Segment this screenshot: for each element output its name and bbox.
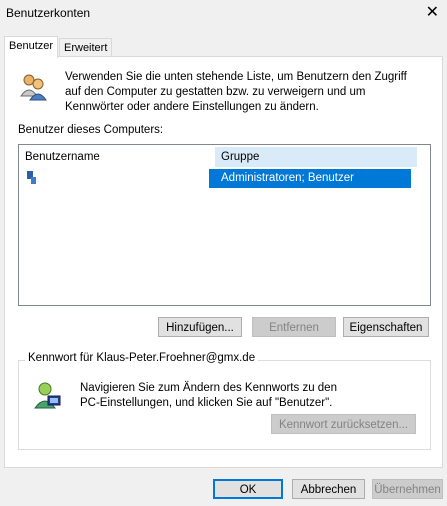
- password-group-label: Kennwort für Klaus-Peter.Froehner@gmx.de: [25, 352, 259, 364]
- intro-line-2: auf den Computer zu gestatten bzw. zu ve…: [65, 86, 366, 98]
- password-info-line-2: PC-Einstellungen, und klicken Sie auf "B…: [80, 397, 333, 409]
- apply-button[interactable]: Übernehmen: [372, 479, 443, 499]
- reset-password-button[interactable]: Kennwort zurücksetzen...: [271, 414, 416, 434]
- user-list[interactable]: Benutzername Gruppe Administratoren; Ben…: [18, 144, 431, 306]
- cancel-button[interactable]: Abbrechen: [292, 479, 365, 499]
- intro-line-1: Verwenden Sie die unten stehende Liste, …: [65, 71, 407, 83]
- users-section-label: Benutzer dieses Computers:: [18, 124, 164, 136]
- column-header-group[interactable]: Gruppe: [215, 147, 417, 167]
- window-title: Benutzerkonten: [6, 6, 91, 20]
- tab-benutzer[interactable]: Benutzer: [4, 36, 59, 58]
- tab-erweitert[interactable]: Erweitert: [59, 38, 113, 57]
- user-row-group[interactable]: Administratoren; Benutzer: [209, 169, 411, 188]
- close-icon[interactable]: ✕: [426, 2, 439, 22]
- users-icon: [18, 72, 48, 102]
- intro-line-3: Kennwörter oder andere Einstellungen zu …: [65, 101, 319, 113]
- column-header-username[interactable]: Benutzername: [25, 147, 100, 167]
- password-info-line-1: Navigieren Sie zum Ändern des Kennworts …: [80, 382, 337, 394]
- remove-button[interactable]: Entfernen: [252, 317, 336, 337]
- properties-button[interactable]: Eigenschaften: [343, 317, 429, 337]
- ok-button[interactable]: OK: [213, 479, 283, 499]
- user-row-icon: [25, 171, 37, 185]
- password-user-icon: [33, 380, 63, 410]
- add-button[interactable]: Hinzufügen...: [158, 317, 242, 337]
